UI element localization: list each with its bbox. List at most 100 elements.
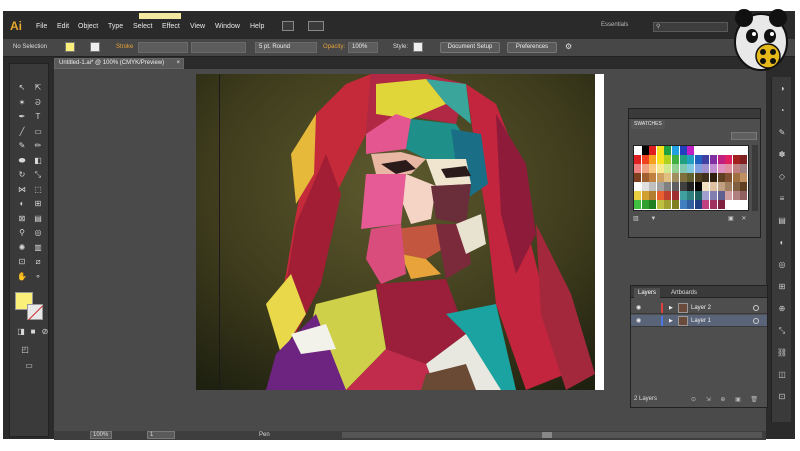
layers-footer-icons[interactable]: ⊙ ⇲ ⊕ ▣ 🗑 — [691, 396, 762, 403]
menu-edit[interactable]: Edit — [57, 23, 69, 30]
color-swatch[interactable] — [656, 191, 664, 200]
layer-name[interactable]: Layer 2 — [691, 302, 711, 314]
color-swatch[interactable] — [687, 146, 695, 155]
color-swatch[interactable] — [664, 182, 672, 191]
gradient-tool-icon[interactable]: ▤ — [32, 213, 44, 225]
color-swatch[interactable] — [717, 173, 725, 182]
show-swatch-kinds-icon[interactable]: ▼ — [650, 216, 656, 222]
target-circle-icon[interactable] — [753, 318, 759, 324]
color-swatch[interactable] — [672, 155, 680, 164]
free-transform-tool-icon[interactable]: ⬚ — [32, 184, 44, 196]
rectangle-tool-icon[interactable]: ▭ — [32, 126, 44, 138]
horizontal-scrollbar[interactable] — [342, 432, 762, 438]
layer-row-2[interactable]: ◉ ▶ Layer 2 — [631, 302, 767, 314]
slice-tool-icon[interactable]: ⧄ — [32, 256, 44, 268]
visibility-eye-icon[interactable]: ◉ — [636, 315, 641, 327]
color-swatch[interactable] — [649, 182, 657, 191]
eyedropper-tool-icon[interactable]: ⚲ — [16, 227, 28, 239]
color-swatch[interactable] — [656, 146, 664, 155]
color-icon[interactable]: ◑ — [776, 83, 788, 95]
color-swatch[interactable] — [634, 155, 642, 164]
swatches-tab[interactable]: SWATCHES — [631, 120, 665, 129]
drawing-mode-icon[interactable]: ◰ — [19, 344, 31, 356]
color-swatch[interactable] — [656, 200, 664, 209]
color-swatch[interactable] — [710, 146, 718, 155]
color-swatch[interactable] — [641, 200, 649, 209]
color-swatch[interactable] — [725, 164, 733, 173]
color-swatch[interactable] — [649, 146, 657, 155]
width-tool-icon[interactable]: ⋈ — [16, 184, 28, 196]
color-swatch[interactable] — [702, 164, 710, 173]
opacity-label[interactable]: Opacity: — [323, 44, 345, 50]
menu-effect[interactable]: Effect — [162, 23, 180, 30]
mesh-tool-icon[interactable]: ⊠ — [16, 213, 28, 225]
delete-swatch-icon[interactable]: ✕ — [741, 216, 746, 222]
color-swatch[interactable] — [717, 191, 725, 200]
color-swatch[interactable] — [672, 164, 680, 173]
stroke-color-swatch[interactable] — [90, 42, 100, 52]
color-swatch[interactable] — [656, 164, 664, 173]
color-swatch[interactable] — [702, 191, 710, 200]
menu-view[interactable]: View — [190, 23, 205, 30]
artboard-navigation-field[interactable]: 1 — [147, 431, 175, 439]
color-swatch[interactable] — [725, 146, 733, 155]
color-swatch[interactable] — [672, 182, 680, 191]
gradient-icon[interactable]: ▤ — [776, 215, 788, 227]
color-swatch[interactable] — [634, 173, 642, 182]
color-swatch[interactable] — [710, 200, 718, 209]
color-swatch[interactable] — [664, 164, 672, 173]
color-swatch[interactable] — [679, 173, 687, 182]
color-swatch[interactable] — [634, 182, 642, 191]
tab-artboards[interactable]: Artboards — [667, 288, 701, 298]
color-swatch[interactable] — [656, 173, 664, 182]
screen-mode-icon[interactable]: ▭ — [23, 360, 35, 372]
column-graph-tool-icon[interactable]: ▥ — [32, 242, 44, 254]
color-swatch[interactable] — [656, 182, 664, 191]
color-swatch[interactable] — [656, 155, 664, 164]
color-swatch[interactable] — [649, 155, 657, 164]
color-swatch[interactable] — [664, 155, 672, 164]
zoom-tool-icon[interactable]: ⚬ — [32, 271, 44, 283]
paintbrush-tool-icon[interactable]: ✎ — [16, 140, 28, 152]
preferences-button[interactable]: Preferences — [507, 42, 557, 53]
color-swatch[interactable] — [641, 173, 649, 182]
line-tool-icon[interactable]: ╱ — [16, 126, 28, 138]
menu-help[interactable]: Help — [250, 23, 264, 30]
color-swatch[interactable] — [694, 182, 702, 191]
color-swatch[interactable] — [717, 146, 725, 155]
color-swatch[interactable] — [710, 182, 718, 191]
color-swatch[interactable] — [649, 200, 657, 209]
color-swatch[interactable] — [664, 173, 672, 182]
expand-arrow-icon[interactable]: ▶ — [669, 302, 673, 314]
lasso-tool-icon[interactable]: ᘐ — [32, 97, 44, 109]
graphic-style-swatch[interactable] — [413, 42, 423, 52]
variable-width-profile[interactable] — [191, 42, 246, 53]
swatch-library-icon[interactable]: ▥ — [633, 216, 639, 222]
color-swatch[interactable] — [732, 173, 740, 182]
pathfinder-icon[interactable]: ⊕ — [776, 303, 788, 315]
menu-window[interactable]: Window — [215, 23, 240, 30]
color-swatch[interactable] — [702, 146, 710, 155]
color-swatch[interactable] — [740, 155, 748, 164]
scale-tool-icon[interactable]: ⤡ — [32, 169, 44, 181]
color-swatch[interactable] — [694, 200, 702, 209]
layers-icon[interactable]: ◫ — [776, 369, 788, 381]
magic-wand-tool-icon[interactable]: ✶ — [16, 97, 28, 109]
blend-tool-icon[interactable]: ◎ — [32, 227, 44, 239]
eraser-tool-icon[interactable]: ◧ — [32, 155, 44, 167]
color-swatch[interactable] — [672, 191, 680, 200]
new-color-group-icon[interactable]: ▣ — [728, 216, 734, 222]
none-mode-icon[interactable]: ⊘ — [39, 326, 51, 338]
swatch-grid[interactable] — [633, 145, 749, 211]
color-swatch[interactable] — [717, 164, 725, 173]
rotate-tool-icon[interactable]: ↻ — [16, 169, 28, 181]
color-swatch[interactable] — [672, 200, 680, 209]
color-swatch[interactable] — [702, 173, 710, 182]
transform-icon[interactable]: ⤡ — [776, 325, 788, 337]
bridge-button[interactable] — [282, 21, 294, 31]
color-swatch[interactable] — [694, 191, 702, 200]
color-swatch[interactable] — [679, 182, 687, 191]
zoom-level-field[interactable]: 100% — [90, 431, 112, 439]
swatch-search-field[interactable] — [731, 132, 757, 140]
color-swatch[interactable] — [740, 146, 748, 155]
